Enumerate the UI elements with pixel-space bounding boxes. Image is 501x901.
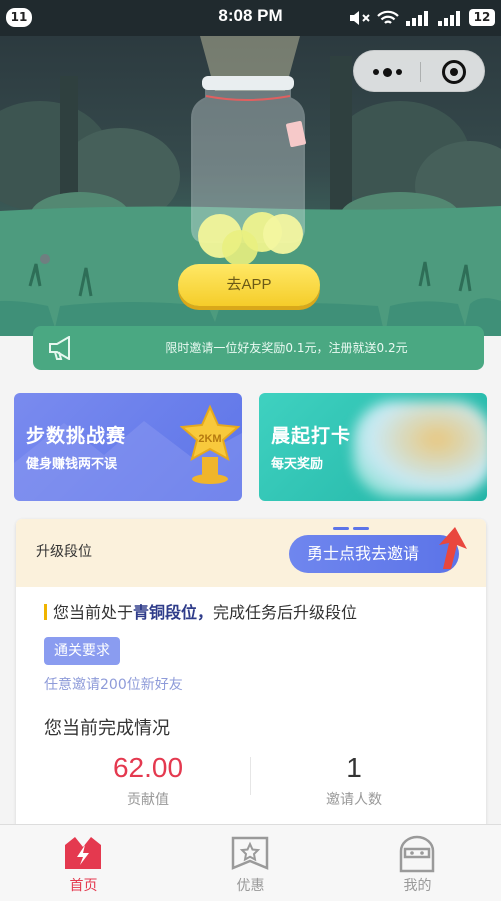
- contribution-stat: 62.00 贡献值: [48, 751, 248, 809]
- more-options-button[interactable]: [354, 51, 420, 93]
- accent-bar: [44, 604, 47, 620]
- morning-checkin-card[interactable]: 晨起打卡 每天奖励: [259, 393, 487, 501]
- card-title: 步数挑战赛: [26, 425, 127, 447]
- tab-label: 我的: [403, 878, 432, 894]
- miniprogram-capsule: [353, 50, 485, 92]
- requirement-text: 任意邀请200位新好友: [44, 677, 183, 693]
- bottom-tab-bar: 首页 优惠 我的: [0, 824, 501, 901]
- more-dot-icon: [382, 67, 392, 77]
- profile-icon: [399, 835, 435, 873]
- coupon-star-icon: [231, 836, 269, 870]
- close-miniprogram-button[interactable]: [421, 51, 486, 93]
- notice-text: 限时邀请一位好友奖励0.1元，注册就送0.2元: [165, 341, 408, 355]
- signal-icon: [406, 10, 428, 26]
- level-suffix: 完成任务后升级段位: [213, 603, 358, 622]
- wifi-icon: [377, 10, 399, 24]
- target-close-icon: [441, 60, 466, 84]
- status-bar: 11 8:08 PM 12: [0, 0, 501, 36]
- panel-header: 升级段位 勇士点我去邀请: [16, 519, 486, 587]
- more-dot-icon: [395, 69, 402, 75]
- step-challenge-card[interactable]: 2KM 步数挑战赛 健身赚钱两不误: [14, 393, 242, 501]
- tab-label: 首页: [69, 878, 98, 894]
- invite-button-label: 勇士点我去邀请: [307, 544, 420, 563]
- promo-notice-bar[interactable]: 限时邀请一位好友奖励0.1元，注册就送0.2元: [33, 326, 484, 370]
- level-prefix: 您当前处于: [53, 603, 134, 622]
- card-subtitle: 每天奖励: [271, 457, 324, 472]
- home-crown-icon: [65, 837, 101, 869]
- card-title: 晨起打卡: [271, 425, 352, 447]
- invite-count-label: 邀请人数: [326, 792, 382, 808]
- panel-title: 升级段位: [36, 544, 92, 560]
- status-icons: 12: [349, 9, 495, 26]
- invite-count-stat: 1 邀请人数: [254, 751, 454, 809]
- contribution-value: 62.00: [112, 752, 184, 783]
- distance-badge-label: 2KM: [198, 433, 221, 445]
- level-name: 青铜段位，: [133, 603, 214, 622]
- tab-home[interactable]: 首页: [0, 825, 167, 901]
- arrow-up-icon: [439, 527, 467, 569]
- stat-divider: [250, 757, 251, 795]
- requirement-tag: 通关要求: [44, 637, 120, 665]
- invite-count-value: 1: [346, 752, 362, 783]
- blurred-illustration: [353, 401, 487, 497]
- go-app-button[interactable]: 去APP: [178, 264, 320, 306]
- current-level-line: 您当前处于青铜段位，完成任务后升级段位: [44, 599, 357, 623]
- contribution-label: 贡献值: [127, 792, 169, 808]
- tab-label: 优惠: [236, 878, 265, 894]
- megaphone-icon: [49, 336, 70, 360]
- invite-friends-button[interactable]: 勇士点我去邀请: [289, 527, 467, 573]
- more-dot-icon: [372, 69, 379, 75]
- tab-offers[interactable]: 优惠: [167, 825, 334, 901]
- tab-profile[interactable]: 我的: [334, 825, 501, 901]
- mute-icon: [350, 10, 370, 25]
- battery-indicator: 12: [469, 9, 495, 26]
- upgrade-rank-panel: 升级段位 勇士点我去邀请 您当前处于青铜段位，完成任务后升级段位 通关要求 任意…: [16, 519, 486, 839]
- signal-icon-2: [438, 10, 460, 26]
- progress-title: 您当前完成情况: [44, 718, 170, 739]
- card-subtitle: 健身赚钱两不误: [26, 457, 118, 472]
